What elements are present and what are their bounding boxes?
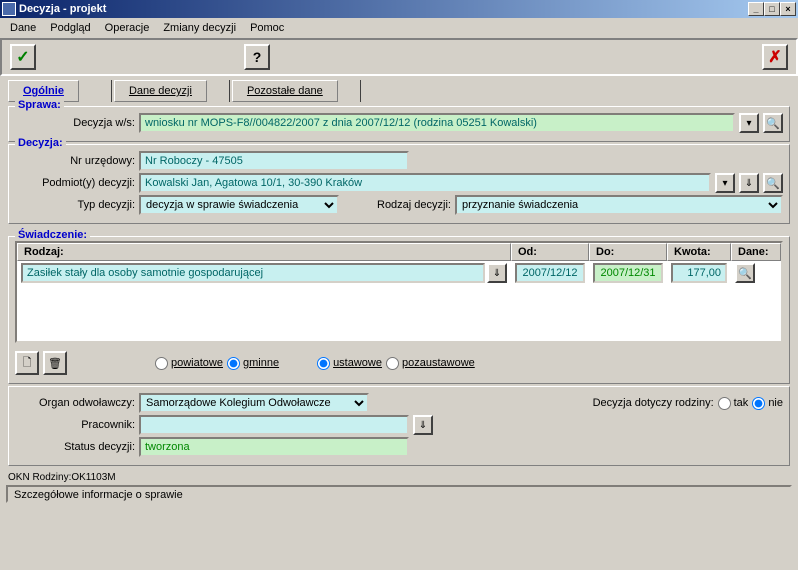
confirm-button[interactable]: ✓ — [10, 44, 36, 70]
label-pracownik: Pracownik: — [15, 419, 135, 431]
tabs: Ogólnie Dane decyzji Pozostałe dane — [0, 76, 798, 102]
label-organ: Organ odwoławczy: — [15, 397, 135, 409]
search-button[interactable]: 🔍 — [763, 113, 783, 133]
footer-info: OKN Rodziny:OK1103M — [0, 470, 798, 485]
th-rodzaj: Rodzaj: — [17, 243, 511, 261]
search-icon: 🔍 — [738, 267, 752, 280]
maximize-button[interactable]: □ — [764, 2, 780, 16]
window-title: Decyzja - projekt — [19, 3, 748, 15]
label-podmioty: Podmiot(y) decyzji: — [15, 177, 135, 189]
radio-pozaustawowe[interactable]: pozaustawowe — [386, 357, 475, 370]
table-swiadczenie: Rodzaj: Od: Do: Kwota: Dane: Zasiłek sta… — [15, 241, 783, 343]
titlebar: Decyzja - projekt _ □ × — [0, 0, 798, 18]
menu-pomoc[interactable]: Pomoc — [244, 20, 290, 36]
question-icon: ? — [253, 49, 262, 65]
label-dotyczy: Decyzja dotyczy rodziny: — [593, 397, 714, 409]
label-status: Status decyzji: — [15, 441, 135, 453]
details-button[interactable]: 🔍 — [735, 263, 755, 283]
radio-ustawowe[interactable]: ustawowe — [317, 357, 382, 370]
dropdown-pracownik-button[interactable]: ⇓ — [413, 415, 433, 435]
help-button[interactable]: ? — [244, 44, 270, 70]
input-nr-urzedowy[interactable]: Nr Roboczy - 47505 — [139, 151, 409, 171]
input-podmioty[interactable]: Kowalski Jan, Agatowa 10/1, 30-390 Krakó… — [139, 173, 711, 193]
radio-nie[interactable]: nie — [752, 397, 783, 410]
app-icon — [2, 2, 16, 16]
search-icon: 🔍 — [766, 177, 780, 190]
fieldset-sprawa: Sprawa: Decyzja w/s: wniosku nr MOPS-F8/… — [8, 106, 790, 142]
new-button[interactable]: 🗋 — [15, 351, 39, 375]
radio-gminne[interactable]: gminne — [227, 357, 279, 370]
th-od: Od: — [511, 243, 589, 261]
delete-button[interactable]: 🗑 — [43, 351, 67, 375]
select-organ[interactable]: Samorządowe Kolegium Odwoławcze — [139, 393, 369, 413]
table-row[interactable]: Zasiłek stały dla osoby samotnie gospoda… — [17, 261, 781, 285]
cell-kwota[interactable]: 177,00 — [671, 263, 727, 283]
label-decyzja-ws: Decyzja w/s: — [15, 117, 135, 129]
cell-rodzaj[interactable]: Zasiłek stały dla osoby samotnie gospoda… — [21, 263, 485, 283]
menu-podglad[interactable]: Podgląd — [44, 20, 96, 36]
search-podmioty-button[interactable]: 🔍 — [763, 173, 783, 193]
select-typ[interactable]: decyzja w sprawie świadczenia — [139, 195, 339, 215]
menubar: Dane Podgląd Operacje Zmiany decyzji Pom… — [0, 18, 798, 38]
legend-sprawa: Sprawa: — [15, 99, 64, 111]
th-kwota: Kwota: — [667, 243, 731, 261]
label-nr-urzedowy: Nr urzędowy: — [15, 155, 135, 167]
trash-icon: 🗑 — [48, 357, 62, 370]
cell-do[interactable]: 2007/12/31 — [593, 263, 663, 283]
radio-powiatowe[interactable]: powiatowe — [155, 357, 223, 370]
fieldset-decyzja: Decyzja: Nr urzędowy: Nr Roboczy - 47505… — [8, 144, 790, 224]
status-bar: Szczegółowe informacje o sprawie — [6, 485, 792, 503]
spinner-button[interactable]: ▾ — [739, 113, 759, 133]
toolbar: ✓ ? ✗ — [0, 38, 798, 76]
menu-operacje[interactable]: Operacje — [99, 20, 156, 36]
add-podmioty-button[interactable]: ⇓ — [739, 173, 759, 193]
search-icon: 🔍 — [766, 117, 780, 130]
input-pracownik[interactable] — [139, 415, 409, 435]
spinner-podmioty[interactable]: ▾ — [715, 173, 735, 193]
input-decyzja-ws[interactable]: wniosku nr MOPS-F8//004822/2007 z dnia 2… — [139, 113, 735, 133]
document-icon: 🗋 — [23, 354, 32, 373]
th-do: Do: — [589, 243, 667, 261]
label-rodzaj: Rodzaj decyzji: — [377, 199, 451, 211]
cancel-button[interactable]: ✗ — [762, 44, 788, 70]
menu-zmiany[interactable]: Zmiany decyzji — [157, 20, 242, 36]
select-rodzaj[interactable]: przyznanie świadczenia — [455, 195, 783, 215]
dropdown-rodzaj-button[interactable]: ⇓ — [487, 263, 507, 283]
fieldset-footer: Organ odwoławczy: Samorządowe Kolegium O… — [8, 386, 790, 466]
fieldset-swiadczenie: Świadczenie: Rodzaj: Od: Do: Kwota: Dane… — [8, 236, 790, 384]
x-icon: ✗ — [768, 47, 781, 67]
check-icon: ✓ — [16, 47, 29, 67]
cell-od[interactable]: 2007/12/12 — [515, 263, 585, 283]
label-typ: Typ decyzji: — [15, 199, 135, 211]
legend-decyzja: Decyzja: — [15, 137, 66, 149]
tab-pozostale[interactable]: Pozostałe dane — [232, 80, 338, 102]
legend-swiadczenie: Świadczenie: — [15, 229, 90, 241]
th-dane: Dane: — [731, 243, 781, 261]
tab-dane-decyzji[interactable]: Dane decyzji — [114, 80, 207, 102]
radio-tak[interactable]: tak — [718, 397, 749, 410]
minimize-button[interactable]: _ — [748, 2, 764, 16]
menu-dane[interactable]: Dane — [4, 20, 42, 36]
close-button[interactable]: × — [780, 2, 796, 16]
input-status[interactable]: tworzona — [139, 437, 409, 457]
